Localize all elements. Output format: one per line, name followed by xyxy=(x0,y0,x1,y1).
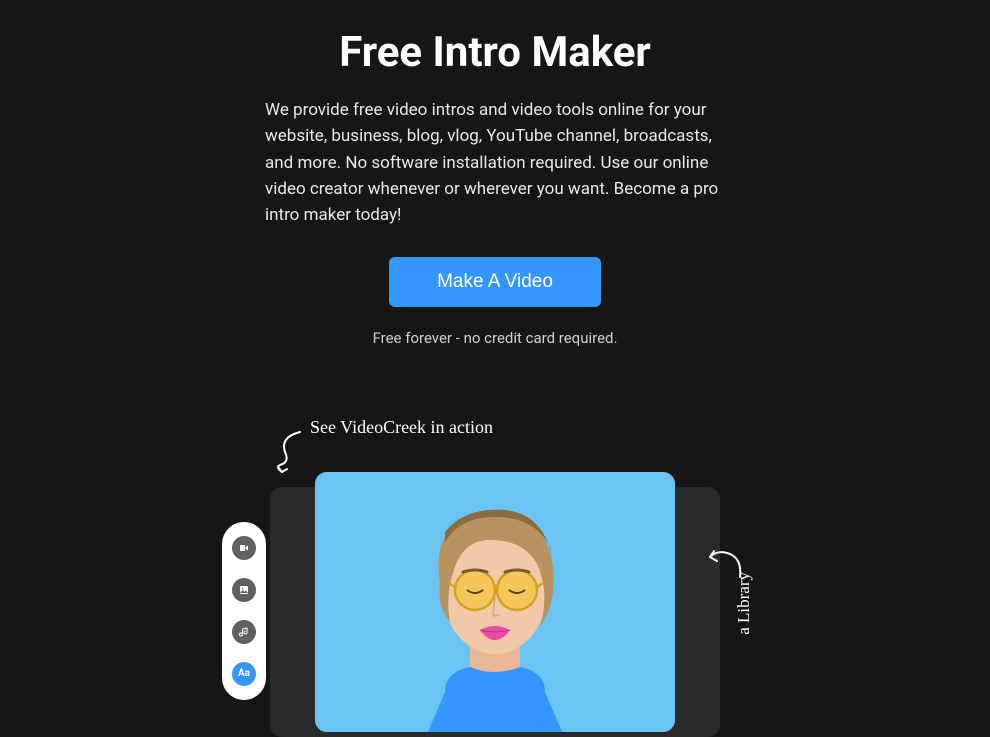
make-video-button[interactable]: Make A Video xyxy=(389,257,601,307)
arrow-curly-icon xyxy=(270,427,310,477)
text-icon[interactable]: Aa xyxy=(232,662,256,686)
video-icon[interactable] xyxy=(232,536,256,560)
cta-subtext: Free forever - no credit card required. xyxy=(235,329,755,347)
video-preview xyxy=(315,472,675,732)
hero-description: We provide free video intros and video t… xyxy=(265,97,725,229)
editor-toolbar: Aa xyxy=(222,522,266,700)
callout-library: a Library xyxy=(734,572,754,635)
page-title: Free Intro Maker xyxy=(235,28,755,77)
demo-section: See VideoCreek in action xyxy=(0,417,990,717)
callout-see-action: See VideoCreek in action xyxy=(310,417,493,438)
person-illustration xyxy=(315,472,675,732)
music-icon[interactable] xyxy=(232,620,256,644)
hero-section: Free Intro Maker We provide free video i… xyxy=(235,0,755,347)
image-icon[interactable] xyxy=(232,578,256,602)
